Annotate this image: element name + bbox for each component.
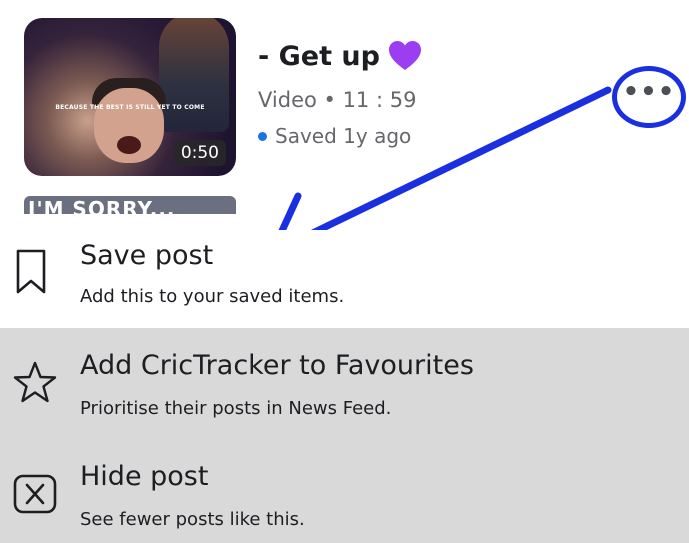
menu-item-add-to-favourites[interactable]: Add CricTracker to Favourites Prioritise…: [0, 340, 689, 435]
blue-dot-icon: [258, 131, 267, 141]
video-thumbnail[interactable]: BECAUSE THE BEST IS STILL YET TO COME 0:…: [24, 18, 236, 176]
menu-item-save-post[interactable]: Save post Add this to your saved items.: [0, 230, 689, 328]
more-options-button[interactable]: •••: [612, 66, 686, 128]
menu-item-hide-post[interactable]: Hide post See fewer posts like this.: [0, 455, 689, 543]
close-box-icon: [13, 474, 57, 514]
star-icon: [13, 361, 57, 403]
thumbnail-caption: BECAUSE THE BEST IS STILL YET TO COME: [55, 104, 205, 111]
more-options-icon: •••: [622, 77, 676, 107]
menu-item-subtitle: Prioritise their posts in News Feed.: [80, 398, 392, 419]
purple-heart-icon: [388, 41, 421, 70]
thumbnail-mouth: [117, 136, 141, 154]
thumbnail-background-person: [159, 18, 229, 132]
post-meta: Video • 11 : 59: [258, 88, 417, 112]
menu-item-title: Hide post: [80, 461, 209, 492]
menu-item-title: Add CricTracker to Favourites: [80, 350, 474, 381]
menu-item-subtitle: See fewer posts like this.: [80, 509, 305, 530]
saved-post-card[interactable]: BECAUSE THE BEST IS STILL YET TO COME 0:…: [0, 0, 689, 208]
bookmark-icon: [16, 249, 46, 294]
saved-status: Saved 1y ago: [258, 124, 411, 148]
post-title-text: - Get up: [258, 40, 380, 72]
video-duration-badge: 0:50: [173, 140, 226, 166]
menu-item-title: Save post: [80, 240, 214, 271]
post-title[interactable]: - Get up: [258, 40, 422, 72]
menu-item-subtitle: Add this to your saved items.: [80, 286, 345, 307]
saved-status-text: Saved 1y ago: [275, 124, 412, 148]
next-card-thumbnail-strip: I'M SORRY...: [24, 196, 236, 214]
